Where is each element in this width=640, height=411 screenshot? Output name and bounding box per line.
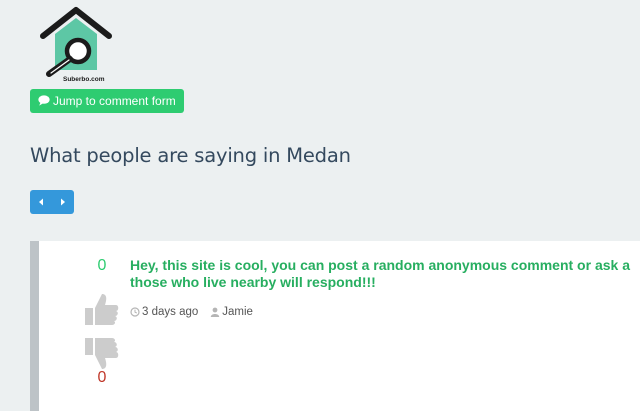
page-title: What people are saying in Medan bbox=[30, 144, 351, 167]
comment-text: Hey, this site is cool, you can post a r… bbox=[130, 257, 640, 291]
comment-time: 3 days ago bbox=[142, 306, 199, 318]
site-logo[interactable]: Suberbo.com bbox=[38, 6, 114, 84]
previous-button[interactable] bbox=[30, 190, 52, 214]
thumbs-up-icon[interactable] bbox=[84, 291, 120, 327]
downvote-count: 0 bbox=[97, 369, 107, 386]
logo-text: Suberbo.com bbox=[63, 76, 105, 83]
next-button[interactable] bbox=[52, 190, 74, 214]
comment-author: Jamie bbox=[210, 306, 253, 318]
user-icon bbox=[211, 307, 220, 317]
comment-text-line: Hey, this site is cool, you can post a r… bbox=[130, 257, 630, 273]
jump-button-label: Jump to comment form bbox=[53, 94, 176, 108]
upvote-count: 0 bbox=[97, 257, 107, 274]
house-magnifier-icon bbox=[40, 7, 112, 77]
pager bbox=[30, 190, 74, 214]
jump-to-comment-form-button[interactable]: Jump to comment form bbox=[30, 89, 184, 113]
comment-bubble-icon bbox=[38, 95, 50, 106]
comment-author-name: Jamie bbox=[222, 306, 253, 318]
comment-card: 0 0 Hey, this site is cool, you can post… bbox=[30, 241, 640, 411]
clock-icon bbox=[130, 307, 140, 317]
thumbs-down-icon[interactable] bbox=[84, 336, 120, 372]
comment-meta: 3 days ago Jamie bbox=[130, 306, 253, 318]
caret-left-icon bbox=[39, 198, 43, 206]
comment-text-line: those who live nearby will respond!!! bbox=[130, 274, 376, 290]
caret-right-icon bbox=[61, 198, 65, 206]
